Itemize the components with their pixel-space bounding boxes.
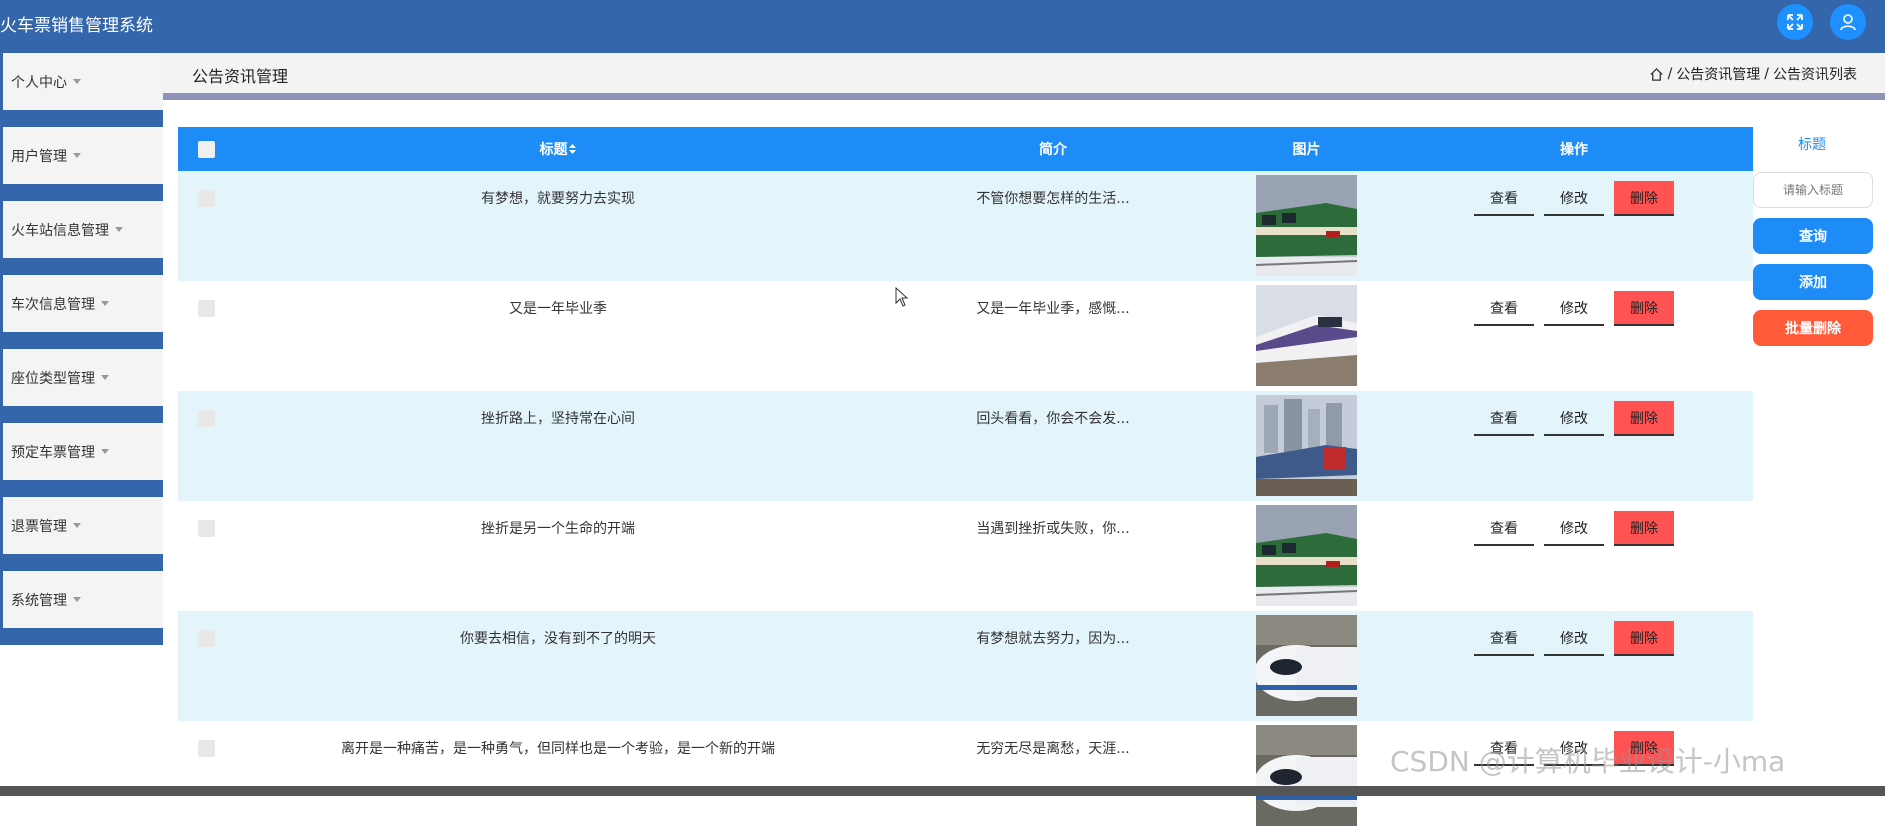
column-header-intro: 简介 <box>1039 142 1067 158</box>
row-title: 有梦想，就要努力去实现 <box>481 191 635 207</box>
edit-button[interactable]: 修改 <box>1544 511 1604 546</box>
row-checkbox[interactable] <box>198 190 215 207</box>
sidebar-item-seat-types[interactable]: 座位类型管理 <box>3 349 163 406</box>
row-intro: 又是一年毕业季，感慨... <box>976 301 1130 317</box>
sort-icon[interactable] <box>568 143 577 155</box>
search-title-label: 标题 <box>1798 137 1826 153</box>
user-icon[interactable] <box>1830 4 1866 40</box>
caret-down-icon <box>101 375 109 380</box>
sidebar-item-label: 个人中心 <box>11 74 67 91</box>
row-image-red-train-city <box>1256 395 1357 496</box>
row-intro: 回头看看，你会不会发... <box>976 411 1130 427</box>
sidebar-item-label: 预定车票管理 <box>11 444 95 461</box>
edit-button[interactable]: 修改 <box>1544 181 1604 216</box>
breadcrumb-item: 公告资讯列表 <box>1773 67 1857 83</box>
watermark: CSDN @计算机毕业设计-小ma <box>1390 745 1786 778</box>
query-button[interactable]: 查询 <box>1753 218 1873 254</box>
caret-down-icon <box>73 79 81 84</box>
delete-button[interactable]: 删除 <box>1614 291 1674 326</box>
table-row: 你要去相信，没有到不了的明天 有梦想就去努力，因为... 查看 修改 删除 <box>178 611 1753 721</box>
row-title: 离开是一种痛苦，是一种勇气，但同样也是一个考验，是一个新的开端 <box>341 741 775 757</box>
view-button[interactable]: 查看 <box>1474 291 1534 326</box>
page-header: 公告资讯管理 / 公告资讯管理 / 公告资讯列表 <box>163 53 1885 94</box>
row-intro: 无穷无尽是离愁，天涯... <box>976 741 1130 757</box>
caret-down-icon <box>73 597 81 602</box>
row-intro: 当遇到挫折或失败，你... <box>976 521 1130 537</box>
header-divider <box>163 93 1885 100</box>
breadcrumb-item[interactable]: 公告资讯管理 <box>1676 64 1760 84</box>
home-icon[interactable] <box>1649 67 1664 82</box>
sidebar-item-refunds[interactable]: 退票管理 <box>3 497 163 554</box>
sidebar-item-users[interactable]: 用户管理 <box>3 127 163 184</box>
breadcrumb: / 公告资讯管理 / 公告资讯列表 <box>1649 64 1857 84</box>
batch-delete-button[interactable]: 批量删除 <box>1753 310 1873 346</box>
row-image-white-purple-train <box>1256 285 1357 386</box>
delete-button[interactable]: 删除 <box>1614 181 1674 216</box>
caret-down-icon <box>101 449 109 454</box>
sidebar-item-label: 座位类型管理 <box>11 370 95 387</box>
mouse-cursor-icon <box>895 287 909 307</box>
table-row: 挫折路上，坚持常在心间 回头看看，你会不会发... 查看 修改 删除 <box>178 391 1753 501</box>
bottom-bar <box>0 786 1885 796</box>
table-row: 又是一年毕业季 又是一年毕业季，感慨... 查看 修改 删除 <box>178 281 1753 391</box>
sidebar-item-label: 系统管理 <box>11 592 67 609</box>
view-button[interactable]: 查看 <box>1474 401 1534 436</box>
sidebar-item-label: 退票管理 <box>11 518 67 535</box>
delete-button[interactable]: 删除 <box>1614 511 1674 546</box>
edit-button[interactable]: 修改 <box>1544 401 1604 436</box>
row-checkbox[interactable] <box>198 630 215 647</box>
row-title: 挫折路上，坚持常在心间 <box>481 411 635 427</box>
top-bar: 火车票销售管理系统 <box>0 0 1885 53</box>
edit-button[interactable]: 修改 <box>1544 291 1604 326</box>
sidebar-item-trains[interactable]: 车次信息管理 <box>3 275 163 332</box>
sidebar-item-bookings[interactable]: 预定车票管理 <box>3 423 163 480</box>
breadcrumb-separator: / <box>1667 66 1673 82</box>
view-button[interactable]: 查看 <box>1474 511 1534 546</box>
search-title-input[interactable] <box>1753 172 1873 208</box>
table-row: 挫折是另一个生命的开端 当遇到挫折或失败，你... 查看 修改 删除 <box>178 501 1753 611</box>
caret-down-icon <box>115 227 123 232</box>
row-image-high-speed-train <box>1256 615 1357 716</box>
caret-down-icon <box>73 523 81 528</box>
row-checkbox[interactable] <box>198 300 215 317</box>
row-intro: 不管你想要怎样的生活... <box>976 191 1130 207</box>
sidebar-item-label: 车次信息管理 <box>11 296 95 313</box>
row-title: 挫折是另一个生命的开端 <box>481 521 635 537</box>
sidebar-item-stations[interactable]: 火车站信息管理 <box>3 201 163 258</box>
row-image-high-speed-train <box>1256 725 1357 826</box>
row-checkbox[interactable] <box>198 410 215 427</box>
table-row: 有梦想，就要努力去实现 不管你想要怎样的生活... 查看 修改 删除 <box>178 171 1753 281</box>
app-title: 火车票销售管理系统 <box>0 16 153 36</box>
sidebar-item-label: 用户管理 <box>11 148 67 165</box>
delete-button[interactable]: 删除 <box>1614 401 1674 436</box>
view-button[interactable]: 查看 <box>1474 621 1534 656</box>
table-header: 标题 简介 图片 操作 <box>178 127 1753 171</box>
row-title: 又是一年毕业季 <box>509 301 607 317</box>
delete-button[interactable]: 删除 <box>1614 621 1674 656</box>
fullscreen-icon[interactable] <box>1777 4 1813 40</box>
sidebar: 个人中心 用户管理 火车站信息管理 车次信息管理 座位类型管理 预定车票管理 退… <box>0 53 163 645</box>
edit-button[interactable]: 修改 <box>1544 621 1604 656</box>
row-title: 你要去相信，没有到不了的明天 <box>460 631 656 647</box>
row-image-green-train <box>1256 505 1357 606</box>
news-table: 标题 简介 图片 操作 有梦想，就要努力去实现 不管你想要怎样的生活... 查看… <box>178 127 1753 831</box>
sidebar-item-system[interactable]: 系统管理 <box>3 571 163 628</box>
column-header-title[interactable]: 标题 <box>248 127 868 171</box>
column-header-action: 操作 <box>1560 142 1588 158</box>
select-all-checkbox[interactable] <box>198 141 215 158</box>
row-checkbox[interactable] <box>198 740 215 757</box>
column-header-image: 图片 <box>1292 142 1321 158</box>
row-image-green-train <box>1256 175 1357 276</box>
view-button[interactable]: 查看 <box>1474 181 1534 216</box>
sidebar-item-label: 火车站信息管理 <box>11 222 109 239</box>
row-intro: 有梦想就去努力，因为... <box>976 631 1130 647</box>
breadcrumb-separator: / <box>1764 66 1769 82</box>
caret-down-icon <box>73 153 81 158</box>
page-title: 公告资讯管理 <box>192 67 289 86</box>
caret-down-icon <box>101 301 109 306</box>
sidebar-item-personal-center[interactable]: 个人中心 <box>3 53 163 110</box>
row-checkbox[interactable] <box>198 520 215 537</box>
add-button[interactable]: 添加 <box>1753 264 1873 300</box>
